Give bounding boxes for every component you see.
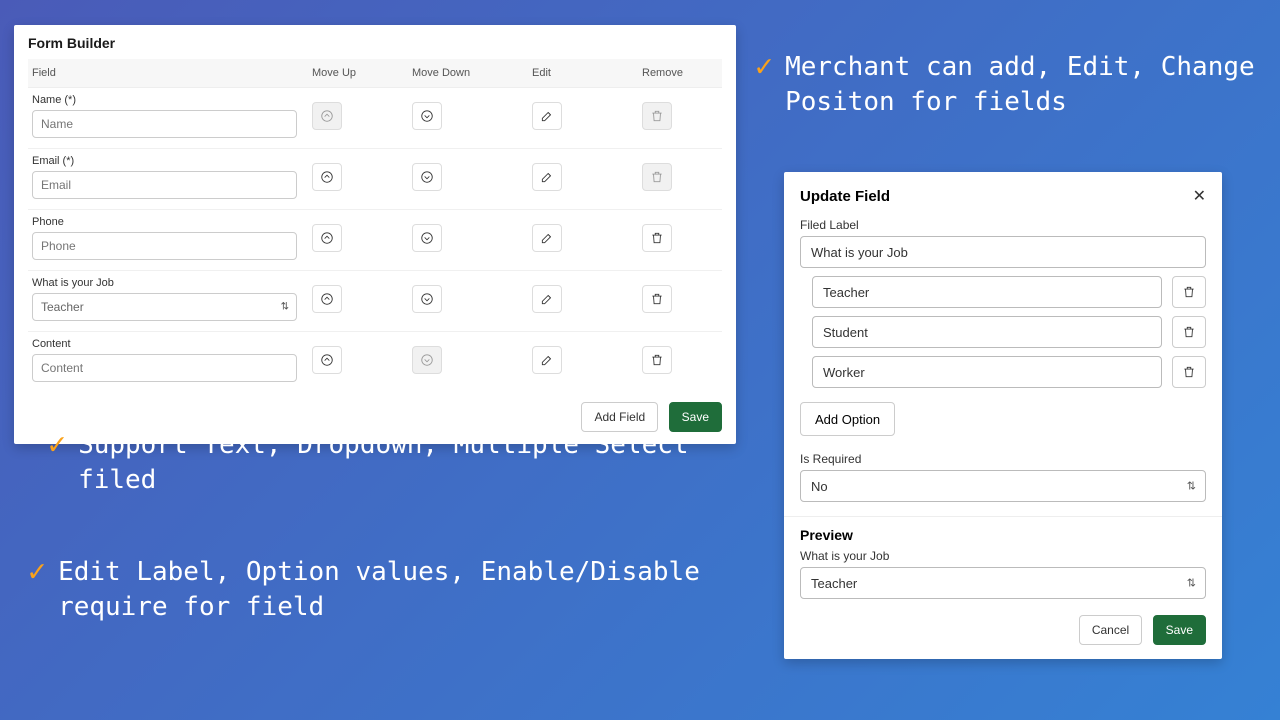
check-icon: ✓ (28, 557, 46, 587)
table-row: Phone (28, 210, 722, 271)
feature-bullet: ✓ Merchant can add, Edit, Change Positon… (755, 50, 1255, 120)
option-input[interactable] (812, 356, 1162, 388)
update-field-modal: Update Field ✕ Filed Label Add Option Is… (784, 172, 1222, 659)
move-up-button[interactable] (312, 285, 342, 313)
delete-option-button[interactable] (1172, 356, 1206, 388)
move-down-button[interactable] (412, 224, 442, 252)
option-row (812, 356, 1206, 388)
preview-select[interactable] (800, 567, 1206, 599)
delete-option-button[interactable] (1172, 316, 1206, 348)
move-down-button (412, 346, 442, 374)
remove-button[interactable] (642, 346, 672, 374)
col-remove: Remove (642, 67, 732, 79)
modal-save-button[interactable]: Save (1153, 615, 1206, 645)
is-required-select[interactable] (800, 470, 1206, 502)
option-row (812, 276, 1206, 308)
form-builder-title: Form Builder (28, 35, 722, 51)
field-input[interactable] (32, 354, 297, 382)
table-row: Content (28, 332, 722, 392)
remove-button (642, 163, 672, 191)
option-input[interactable] (812, 316, 1162, 348)
edit-button[interactable] (532, 346, 562, 374)
field-input[interactable] (32, 110, 297, 138)
table-row: Email (*) (28, 149, 722, 210)
is-required-label: Is Required (800, 452, 1206, 466)
bullet-text: Edit Label, Option values, Enable/Disabl… (58, 555, 768, 625)
move-down-button[interactable] (412, 285, 442, 313)
edit-button[interactable] (532, 285, 562, 313)
field-label: Phone (32, 216, 312, 228)
close-icon[interactable]: ✕ (1193, 186, 1206, 206)
feature-bullet: ✓ Support Text, Dropdown, Multiple Selec… (48, 428, 748, 498)
check-icon: ✓ (48, 430, 66, 460)
bullet-text: Merchant can add, Edit, Change Positon f… (785, 50, 1255, 120)
field-label: Name (*) (32, 94, 312, 106)
bullet-text: Support Text, Dropdown, Multiple Select … (78, 428, 748, 498)
edit-button[interactable] (532, 102, 562, 130)
table-row: Name (*) (28, 88, 722, 149)
move-up-button[interactable] (312, 346, 342, 374)
move-up-button (312, 102, 342, 130)
form-builder-footer: Add Field Save (28, 392, 722, 432)
col-edit: Edit (532, 67, 642, 79)
option-row (812, 316, 1206, 348)
move-down-button[interactable] (412, 163, 442, 191)
field-label-label: Filed Label (800, 218, 1206, 232)
check-icon: ✓ (755, 52, 773, 82)
move-down-button[interactable] (412, 102, 442, 130)
move-up-button[interactable] (312, 224, 342, 252)
add-option-button[interactable]: Add Option (800, 402, 895, 436)
table-row: What is your Job⇅ (28, 271, 722, 332)
delete-option-button[interactable] (1172, 276, 1206, 308)
form-builder-panel: Form Builder Field Move Up Move Down Edi… (14, 25, 736, 444)
field-label: Email (*) (32, 155, 312, 167)
remove-button[interactable] (642, 224, 672, 252)
preview-field-label: What is your Job (800, 549, 1206, 563)
preview-title: Preview (800, 527, 1206, 543)
edit-button[interactable] (532, 163, 562, 191)
col-move-down: Move Down (412, 67, 532, 79)
field-label: Content (32, 338, 312, 350)
feature-bullet: ✓ Edit Label, Option values, Enable/Disa… (28, 555, 768, 625)
cancel-button[interactable]: Cancel (1079, 615, 1142, 645)
remove-button (642, 102, 672, 130)
field-select[interactable] (32, 293, 297, 321)
remove-button[interactable] (642, 285, 672, 313)
col-move-up: Move Up (312, 67, 412, 79)
edit-button[interactable] (532, 224, 562, 252)
col-field: Field (32, 67, 312, 79)
field-input[interactable] (32, 171, 297, 199)
modal-title: Update Field (800, 188, 890, 205)
move-up-button[interactable] (312, 163, 342, 191)
field-label-input[interactable] (800, 236, 1206, 268)
form-builder-header-row: Field Move Up Move Down Edit Remove (28, 59, 722, 88)
field-input[interactable] (32, 232, 297, 260)
field-label: What is your Job (32, 277, 312, 289)
option-input[interactable] (812, 276, 1162, 308)
